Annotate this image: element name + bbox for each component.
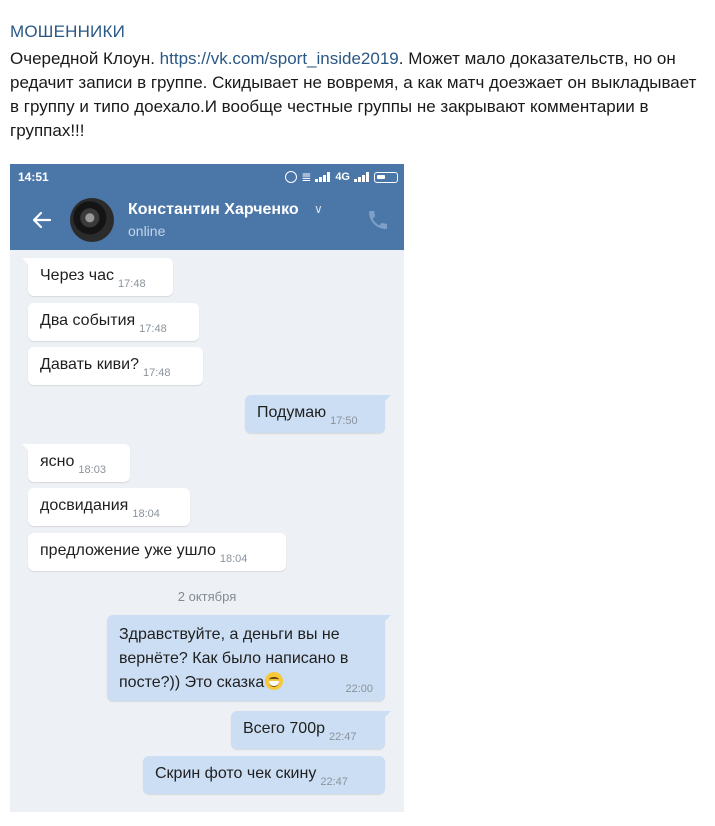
message-bubble[interactable]: Давать киви? 17:48 <box>28 347 203 385</box>
message-text: досвидания <box>40 497 129 514</box>
signal-icon-2 <box>354 172 370 182</box>
signal-icon <box>315 172 331 182</box>
status-time: 14:51 <box>18 170 49 184</box>
message-bubble[interactable]: ясно 18:03 <box>22 444 130 482</box>
alarm-icon <box>285 171 298 183</box>
message-text: Скрин фото чек скину <box>155 765 317 782</box>
message-text: Всего 700р <box>243 720 325 737</box>
group-link[interactable]: https://vk.com/sport_inside2019 <box>160 49 399 68</box>
message-bubble[interactable]: Всего 700р 22:47 <box>231 711 391 749</box>
message-bubble[interactable]: Через час 17:48 <box>22 258 173 296</box>
chat-header: Константин Харченко ∨ online <box>10 190 404 250</box>
message-text: Подумаю <box>257 404 327 421</box>
message-time: 17:48 <box>139 323 167 335</box>
wifi-icon: ≣ <box>301 170 312 184</box>
status-icons: ≣ 4G <box>285 167 398 187</box>
message-time: 22:00 <box>345 683 373 695</box>
call-icon[interactable] <box>366 208 390 232</box>
message-text: Два события <box>40 312 136 329</box>
message-bubble[interactable]: Два события 17:48 <box>28 303 199 341</box>
message-bubble[interactable]: предложение уже ушло 18:04 <box>28 533 286 571</box>
message-bubble[interactable]: досвидания 18:04 <box>28 488 190 526</box>
message-time: 17:48 <box>142 367 171 379</box>
status-bar: 14:51 ≣ 4G <box>10 164 404 190</box>
network-type: 4G <box>335 171 350 183</box>
message-bubble[interactable]: Подумаю 17:50 <box>245 395 391 433</box>
message-time: 22:47 <box>329 731 357 743</box>
message-text: ясно <box>40 453 75 470</box>
message-time: 18:03 <box>78 464 106 476</box>
message-text: Давать киви? <box>40 356 139 373</box>
message-text: предложение уже ушло <box>40 542 216 559</box>
back-arrow-icon[interactable] <box>30 208 54 232</box>
message-bubble[interactable]: Здравствуйте, а деньги вы не вернёте? Ка… <box>107 615 391 701</box>
message-text: Через час <box>40 267 115 284</box>
date-separator: 2 октября <box>177 589 237 604</box>
message-time: 22:47 <box>320 776 348 788</box>
message-time: 18:04 <box>132 508 160 520</box>
contact-name[interactable]: Константин Харченко <box>128 201 299 219</box>
message-time: 17:48 <box>118 278 146 290</box>
post-intro: Очередной Клоун. <box>10 49 160 68</box>
message-text: Здравствуйте, а деньги вы не вернёте? Ка… <box>119 626 349 691</box>
message-bubble[interactable]: Скрин фото чек скину 22:47 <box>143 756 385 794</box>
chat-screenshot: 14:51 ≣ 4G Константин Харченко ∨ online … <box>10 164 404 812</box>
chevron-down-icon[interactable]: ∨ <box>314 202 323 216</box>
avatar[interactable] <box>70 198 114 242</box>
message-time: 17:50 <box>330 415 358 427</box>
post-text: Очередной Клоун. https://vk.com/sport_in… <box>10 47 700 143</box>
contact-status: online <box>128 223 166 239</box>
message-time: 18:04 <box>219 553 248 565</box>
post-header: МОШЕННИКИ <box>10 22 125 41</box>
smiling-face-icon <box>265 672 284 690</box>
battery-icon <box>374 171 398 183</box>
